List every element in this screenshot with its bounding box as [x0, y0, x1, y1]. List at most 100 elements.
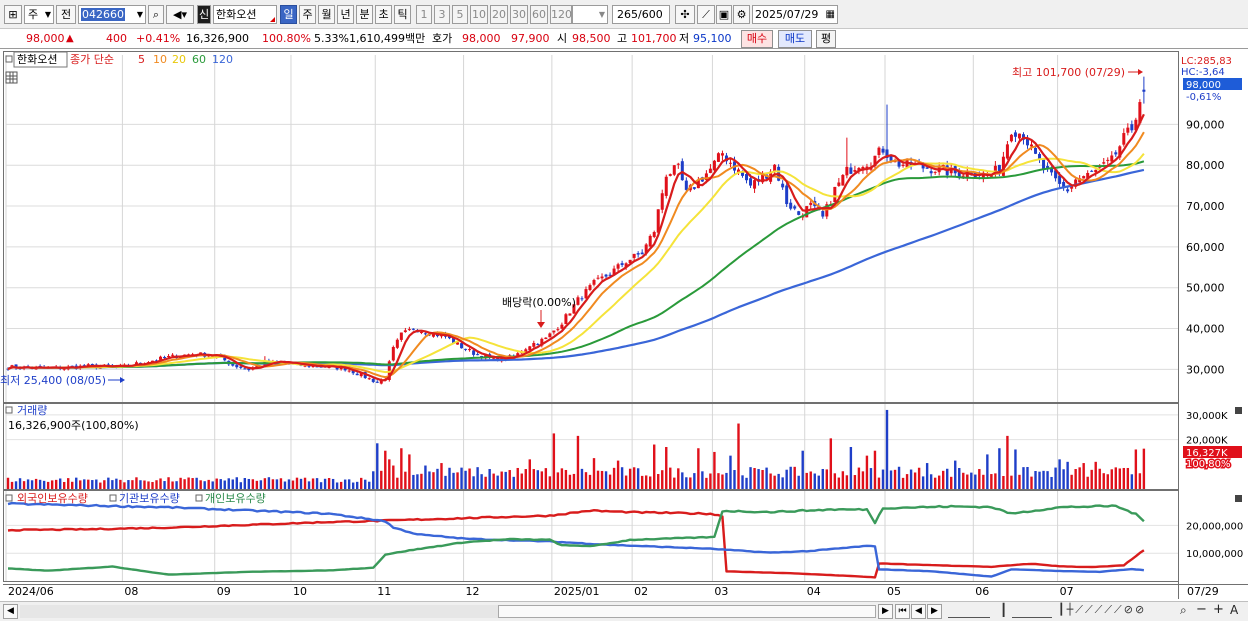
- pane-close-icon[interactable]: [1235, 495, 1242, 502]
- volume-bar: [777, 473, 780, 489]
- period-button-3[interactable]: 년: [337, 5, 354, 24]
- zoom-thumb-icon[interactable]: ┃: [1000, 603, 1007, 617]
- volume-bar: [564, 469, 568, 489]
- range-track[interactable]: [1012, 605, 1052, 618]
- date-tick-label: 08: [124, 585, 138, 598]
- candle-body: [235, 364, 239, 368]
- interval-button-5[interactable]: 5: [452, 5, 468, 24]
- prev-page-icon[interactable]: ◀: [911, 604, 926, 619]
- volume-bar: [608, 474, 612, 489]
- volume-bar: [600, 470, 604, 489]
- scroll-thumb[interactable]: [498, 605, 876, 618]
- interval-button-3[interactable]: 3: [434, 5, 450, 24]
- table-icon[interactable]: [5, 71, 18, 84]
- scroll-track[interactable]: [20, 605, 876, 618]
- volume-bar: [861, 471, 865, 489]
- date-field[interactable]: 2025/07/29 ▦: [752, 5, 838, 24]
- sin-badge[interactable]: 신: [197, 5, 211, 24]
- search-icon[interactable]: ⌕: [148, 5, 164, 24]
- volume-bar: [87, 479, 90, 489]
- period-button-0[interactable]: 일: [280, 5, 297, 24]
- date-tick-label: 11: [377, 585, 391, 598]
- price-tick-label: 60,000: [1186, 241, 1225, 254]
- scroll-left-icon[interactable]: ◀: [3, 604, 18, 619]
- volume-bar: [263, 478, 267, 489]
- buy-button[interactable]: 매수: [741, 30, 773, 48]
- interval-button-10[interactable]: 10: [470, 5, 488, 24]
- volume-bar: [701, 471, 704, 489]
- market-select[interactable]: 주 ▼: [24, 5, 54, 24]
- legend-box-icon: [109, 494, 117, 502]
- volume-bar: [1038, 471, 1041, 489]
- volume-bar: [199, 480, 202, 489]
- volume-bar: [966, 474, 969, 489]
- volume-bar: [420, 473, 423, 489]
- period-button-4[interactable]: 분: [356, 5, 373, 24]
- zoom-track[interactable]: [948, 605, 990, 618]
- interval-button-20[interactable]: 20: [490, 5, 508, 24]
- gear-icon[interactable]: ⚙: [733, 5, 750, 24]
- draw-line-icon[interactable]: ⟋: [697, 5, 715, 24]
- zoom-in-icon[interactable]: +: [1213, 602, 1224, 617]
- speaker-icon[interactable]: ◀▾: [166, 5, 194, 24]
- candle-body: [604, 274, 608, 277]
- interval-select[interactable]: ▼: [572, 5, 608, 24]
- quote-volume: 16,326,900: [186, 32, 249, 45]
- volume-bar: [653, 444, 656, 489]
- horizontal-scrollbar[interactable]: ◀ ▶ ⏮ ◀ ▶ ┃ ┃┼⟋⟋⟋⟋⟋⊘⊘ ⌕ − + A: [0, 601, 1248, 621]
- candle-body: [171, 354, 175, 356]
- next-page-icon[interactable]: ▶: [927, 604, 942, 619]
- candle-body: [576, 297, 580, 305]
- save-icon[interactable]: ▣: [716, 5, 732, 24]
- interval-button-120[interactable]: 120: [550, 5, 572, 24]
- bid2: 97,900: [511, 32, 550, 45]
- volume-bar: [476, 467, 479, 489]
- code-input[interactable]: 042660 ▼: [78, 5, 146, 24]
- first-icon[interactable]: ⏮: [895, 604, 910, 619]
- prev-button[interactable]: 전: [56, 5, 76, 24]
- volume-bar: [909, 469, 913, 489]
- stock-chart[interactable]: 30,000 40,000 50,000 60,000 70,000 80,000 90,0…: [0, 49, 1248, 601]
- candle-body: [853, 170, 857, 172]
- volume-bar: [845, 475, 849, 489]
- volume-bar: [1122, 467, 1126, 489]
- volume-bar: [644, 475, 648, 489]
- crosshair-icon[interactable]: ✣: [675, 5, 695, 24]
- interval-button-1[interactable]: 1: [416, 5, 432, 24]
- magnifier-icon[interactable]: ⌕: [1180, 603, 1187, 618]
- candle-body: [1130, 124, 1134, 131]
- period-button-2[interactable]: 월: [318, 5, 335, 24]
- zoom-out-icon[interactable]: −: [1196, 602, 1207, 617]
- volume-bar: [91, 480, 94, 489]
- interval-button-60[interactable]: 60: [530, 5, 548, 24]
- date-tick-label: 2025/01: [554, 585, 600, 598]
- date-tick-label: 05: [887, 585, 901, 598]
- candle-body: [163, 356, 167, 358]
- period-button-5[interactable]: 초: [375, 5, 392, 24]
- period-button-6[interactable]: 틱: [394, 5, 411, 24]
- interval-button-30[interactable]: 30: [510, 5, 528, 24]
- volume-bar: [299, 478, 303, 489]
- lock-button[interactable]: 평: [816, 30, 836, 48]
- font-size-icon[interactable]: A: [1230, 603, 1238, 617]
- window-icon[interactable]: ⊞: [4, 5, 22, 24]
- candle-body: [371, 378, 375, 382]
- volume-bar: [1002, 476, 1005, 489]
- volume-title: 거래량: [17, 404, 47, 417]
- pane-close-icon[interactable]: [1235, 407, 1242, 414]
- scroll-right-icon[interactable]: ▶: [878, 604, 893, 619]
- count-field[interactable]: 265/600: [612, 5, 670, 24]
- volume-bar: [239, 482, 243, 489]
- candle-body: [391, 347, 395, 361]
- volume-bar: [62, 481, 66, 489]
- drawing-tools-icon[interactable]: ┃┼⟋⟋⟋⟋⟋⊘⊘: [1058, 603, 1146, 617]
- period-button-1[interactable]: 주: [299, 5, 316, 24]
- volume-bar: [147, 481, 150, 489]
- volume-bar: [990, 474, 993, 489]
- candle-body: [476, 354, 480, 356]
- volume-bar: [773, 475, 776, 489]
- stock-name-field[interactable]: 한화오션: [213, 5, 277, 24]
- volume-bar: [275, 479, 279, 489]
- candle-body: [403, 330, 407, 333]
- sell-button[interactable]: 매도: [778, 30, 812, 48]
